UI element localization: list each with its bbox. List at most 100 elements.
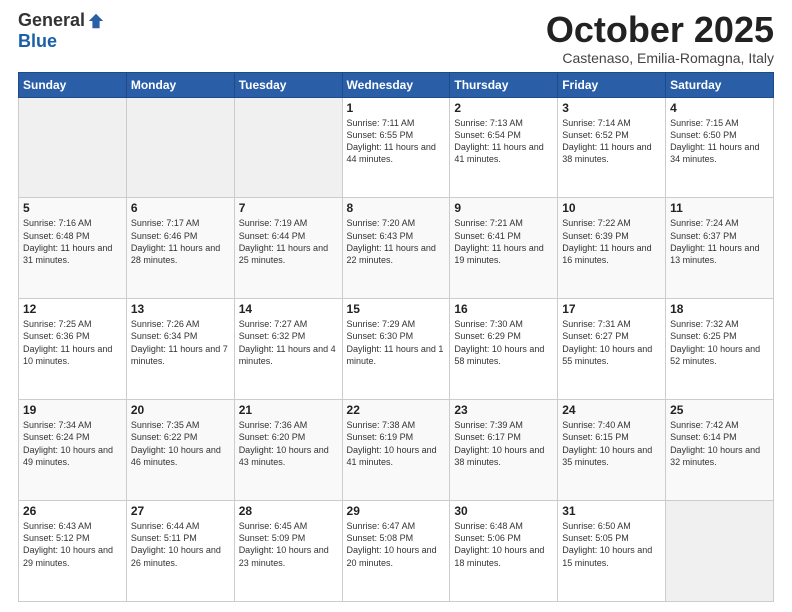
day-number: 8: [347, 201, 446, 215]
calendar-week-4: 19Sunrise: 7:34 AM Sunset: 6:24 PM Dayli…: [19, 400, 774, 501]
calendar-cell: 6 Sunrise: 7:17 AM Sunset: 6:46 PM Daylig…: [126, 198, 234, 299]
header-friday: Friday: [558, 72, 666, 97]
day-number: 1: [347, 101, 446, 115]
month-title: October 2025: [546, 10, 774, 50]
day-info: Sunrise: 7:32 AM Sunset: 6:25 PM Dayligh…: [670, 318, 769, 367]
day-number: 28: [239, 504, 338, 518]
header-wednesday: Wednesday: [342, 72, 450, 97]
logo: General Blue: [18, 10, 105, 52]
calendar-week-2: 5 Sunrise: 7:16 AM Sunset: 6:48 PM Daylig…: [19, 198, 774, 299]
day-info: Sunrise: 7:13 AM Sunset: 6:54 PM Dayligh…: [454, 117, 553, 166]
day-info: Sunrise: 6:47 AM Sunset: 5:08 PM Dayligh…: [347, 520, 446, 569]
calendar-cell: 7 Sunrise: 7:19 AM Sunset: 6:44 PM Daylig…: [234, 198, 342, 299]
day-number: 16: [454, 302, 553, 316]
day-info: Sunrise: 7:20 AM Sunset: 6:43 PM Dayligh…: [347, 217, 446, 266]
calendar-cell: 8 Sunrise: 7:20 AM Sunset: 6:43 PM Daylig…: [342, 198, 450, 299]
day-number: 13: [131, 302, 230, 316]
header-saturday: Saturday: [666, 72, 774, 97]
day-info: Sunrise: 7:16 AM Sunset: 6:48 PM Dayligh…: [23, 217, 122, 266]
page: General Blue October 2025 Castenaso, Emi…: [0, 0, 792, 612]
calendar-cell: 26 Sunrise: 6:43 AM Sunset: 5:12 PM Dayli…: [19, 501, 127, 602]
calendar-cell: 9Sunrise: 7:21 AM Sunset: 6:41 PM Daylig…: [450, 198, 558, 299]
day-info: Sunrise: 7:17 AM Sunset: 6:46 PM Dayligh…: [131, 217, 230, 266]
calendar-cell: 3Sunrise: 7:14 AM Sunset: 6:52 PM Daylig…: [558, 97, 666, 198]
day-number: 11: [670, 201, 769, 215]
day-number: 12: [23, 302, 122, 316]
calendar-cell: 13 Sunrise: 7:26 AM Sunset: 6:34 PM Dayli…: [126, 299, 234, 400]
calendar-cell: 10Sunrise: 7:22 AM Sunset: 6:39 PM Dayli…: [558, 198, 666, 299]
calendar-cell: 30 Sunrise: 6:48 AM Sunset: 5:06 PM Dayli…: [450, 501, 558, 602]
header-sunday: Sunday: [19, 72, 127, 97]
day-number: 17: [562, 302, 661, 316]
day-info: Sunrise: 7:42 AM Sunset: 6:14 PM Dayligh…: [670, 419, 769, 468]
day-number: 21: [239, 403, 338, 417]
day-number: 31: [562, 504, 661, 518]
calendar-week-3: 12 Sunrise: 7:25 AM Sunset: 6:36 PM Dayli…: [19, 299, 774, 400]
day-number: 29: [347, 504, 446, 518]
day-info: Sunrise: 7:26 AM Sunset: 6:34 PM Dayligh…: [131, 318, 230, 367]
location-subtitle: Castenaso, Emilia-Romagna, Italy: [546, 50, 774, 66]
calendar-cell: 27 Sunrise: 6:44 AM Sunset: 5:11 PM Dayli…: [126, 501, 234, 602]
day-info: Sunrise: 7:40 AM Sunset: 6:15 PM Dayligh…: [562, 419, 661, 468]
day-number: 3: [562, 101, 661, 115]
calendar-cell: 22 Sunrise: 7:38 AM Sunset: 6:19 PM Dayli…: [342, 400, 450, 501]
calendar-cell: 14 Sunrise: 7:27 AM Sunset: 6:32 PM Dayli…: [234, 299, 342, 400]
calendar-cell: [126, 97, 234, 198]
day-info: Sunrise: 6:48 AM Sunset: 5:06 PM Dayligh…: [454, 520, 553, 569]
title-block: October 2025 Castenaso, Emilia-Romagna, …: [546, 10, 774, 66]
calendar-cell: 1 Sunrise: 7:11 AM Sunset: 6:55 PM Daylig…: [342, 97, 450, 198]
day-number: 5: [23, 201, 122, 215]
calendar-cell: 16Sunrise: 7:30 AM Sunset: 6:29 PM Dayli…: [450, 299, 558, 400]
day-info: Sunrise: 7:38 AM Sunset: 6:19 PM Dayligh…: [347, 419, 446, 468]
calendar-cell: 23 Sunrise: 7:39 AM Sunset: 6:17 PM Dayli…: [450, 400, 558, 501]
logo-general: General: [18, 10, 85, 31]
day-info: Sunrise: 7:36 AM Sunset: 6:20 PM Dayligh…: [239, 419, 338, 468]
header-thursday: Thursday: [450, 72, 558, 97]
day-number: 2: [454, 101, 553, 115]
calendar-cell: 24 Sunrise: 7:40 AM Sunset: 6:15 PM Dayli…: [558, 400, 666, 501]
day-number: 15: [347, 302, 446, 316]
day-info: Sunrise: 7:27 AM Sunset: 6:32 PM Dayligh…: [239, 318, 338, 367]
calendar-cell: 4Sunrise: 7:15 AM Sunset: 6:50 PM Daylig…: [666, 97, 774, 198]
calendar-cell: 2 Sunrise: 7:13 AM Sunset: 6:54 PM Daylig…: [450, 97, 558, 198]
calendar-week-1: 1 Sunrise: 7:11 AM Sunset: 6:55 PM Daylig…: [19, 97, 774, 198]
day-number: 24: [562, 403, 661, 417]
day-number: 26: [23, 504, 122, 518]
day-number: 25: [670, 403, 769, 417]
calendar-cell: 29 Sunrise: 6:47 AM Sunset: 5:08 PM Dayli…: [342, 501, 450, 602]
calendar: Sunday Monday Tuesday Wednesday Thursday…: [18, 72, 774, 602]
day-info: Sunrise: 7:39 AM Sunset: 6:17 PM Dayligh…: [454, 419, 553, 468]
day-info: Sunrise: 6:44 AM Sunset: 5:11 PM Dayligh…: [131, 520, 230, 569]
calendar-cell: 21 Sunrise: 7:36 AM Sunset: 6:20 PM Dayli…: [234, 400, 342, 501]
weekday-header-row: Sunday Monday Tuesday Wednesday Thursday…: [19, 72, 774, 97]
day-number: 18: [670, 302, 769, 316]
day-info: Sunrise: 7:11 AM Sunset: 6:55 PM Dayligh…: [347, 117, 446, 166]
calendar-cell: 18 Sunrise: 7:32 AM Sunset: 6:25 PM Dayli…: [666, 299, 774, 400]
calendar-week-5: 26 Sunrise: 6:43 AM Sunset: 5:12 PM Dayli…: [19, 501, 774, 602]
day-number: 23: [454, 403, 553, 417]
day-number: 30: [454, 504, 553, 518]
day-info: Sunrise: 7:29 AM Sunset: 6:30 PM Dayligh…: [347, 318, 446, 367]
day-info: Sunrise: 7:31 AM Sunset: 6:27 PM Dayligh…: [562, 318, 661, 367]
day-number: 22: [347, 403, 446, 417]
day-number: 6: [131, 201, 230, 215]
day-info: Sunrise: 7:35 AM Sunset: 6:22 PM Dayligh…: [131, 419, 230, 468]
day-info: Sunrise: 7:34 AM Sunset: 6:24 PM Dayligh…: [23, 419, 122, 468]
day-info: Sunrise: 6:43 AM Sunset: 5:12 PM Dayligh…: [23, 520, 122, 569]
calendar-cell: 31Sunrise: 6:50 AM Sunset: 5:05 PM Dayli…: [558, 501, 666, 602]
day-number: 14: [239, 302, 338, 316]
header-monday: Monday: [126, 72, 234, 97]
day-info: Sunrise: 6:45 AM Sunset: 5:09 PM Dayligh…: [239, 520, 338, 569]
day-info: Sunrise: 7:21 AM Sunset: 6:41 PM Dayligh…: [454, 217, 553, 266]
calendar-cell: 15 Sunrise: 7:29 AM Sunset: 6:30 PM Dayli…: [342, 299, 450, 400]
day-number: 10: [562, 201, 661, 215]
logo-icon: [87, 12, 105, 30]
calendar-cell: [234, 97, 342, 198]
day-info: Sunrise: 7:19 AM Sunset: 6:44 PM Dayligh…: [239, 217, 338, 266]
day-info: Sunrise: 7:25 AM Sunset: 6:36 PM Dayligh…: [23, 318, 122, 367]
day-number: 4: [670, 101, 769, 115]
header-tuesday: Tuesday: [234, 72, 342, 97]
calendar-cell: 11Sunrise: 7:24 AM Sunset: 6:37 PM Dayli…: [666, 198, 774, 299]
day-number: 7: [239, 201, 338, 215]
day-number: 27: [131, 504, 230, 518]
